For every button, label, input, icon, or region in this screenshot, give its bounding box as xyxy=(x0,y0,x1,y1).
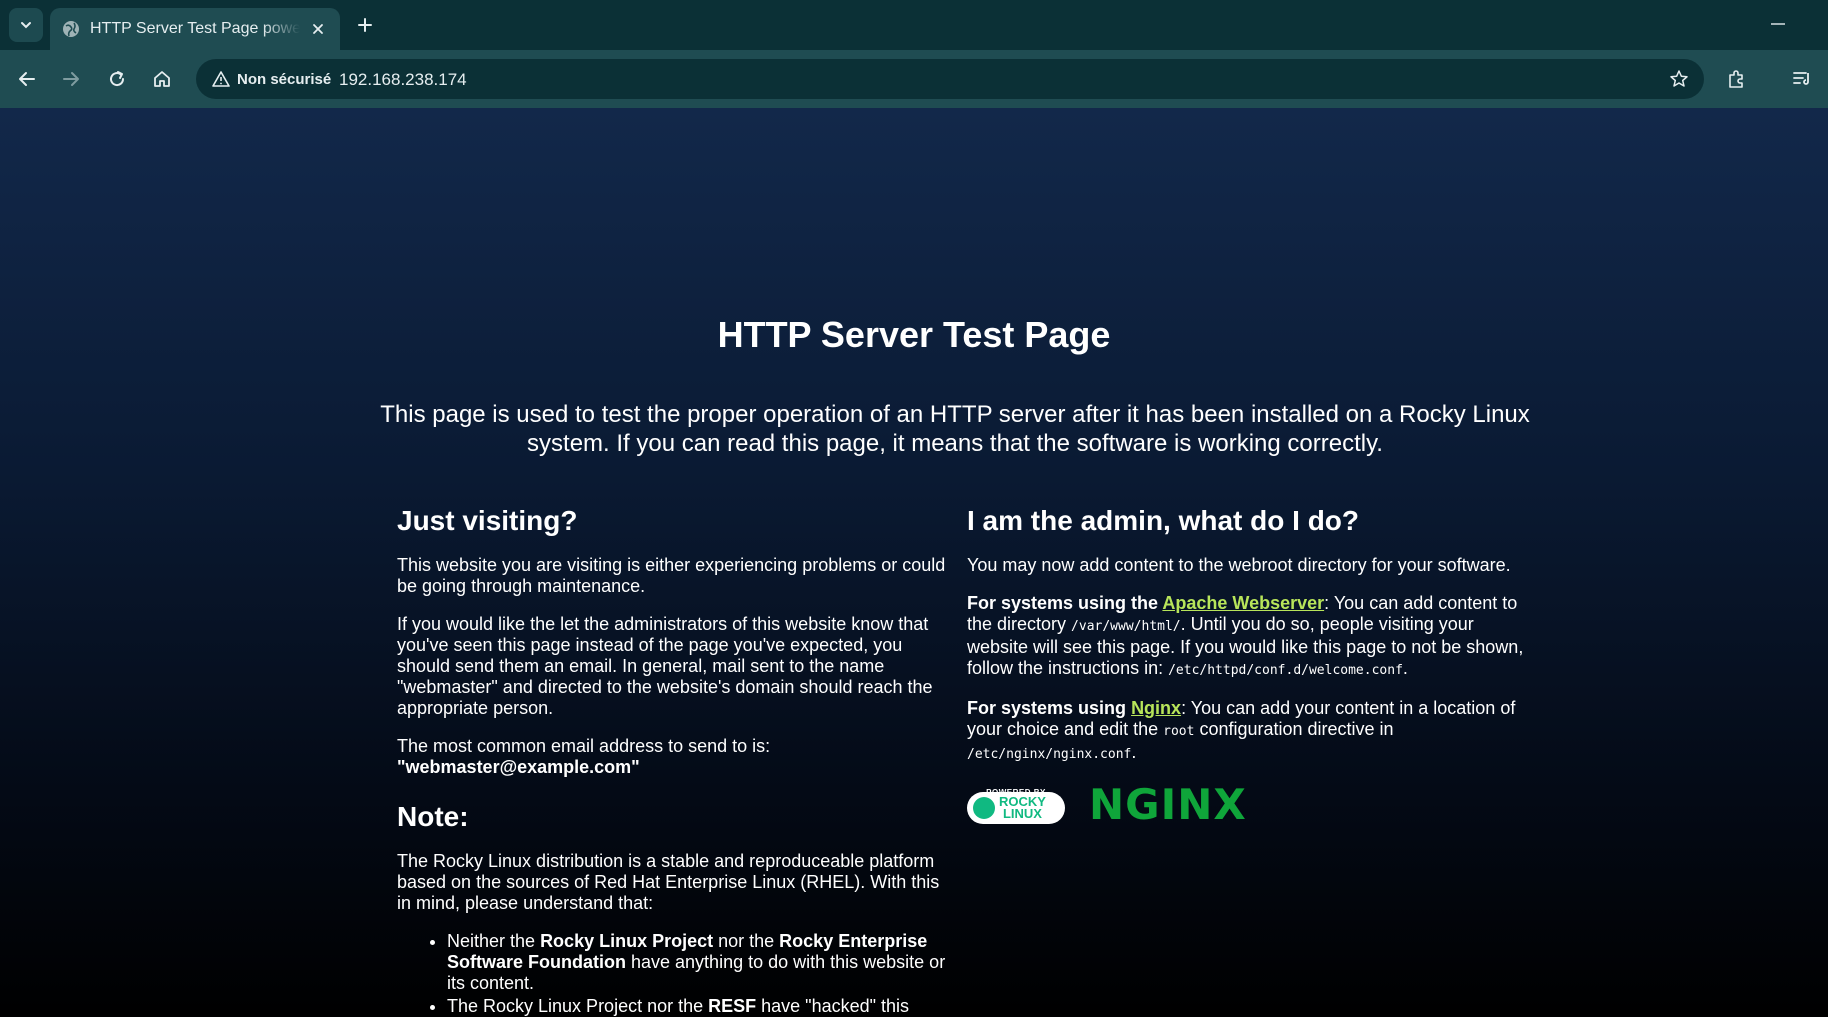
home-icon xyxy=(154,71,170,87)
bullet1-bold1: Rocky Linux Project xyxy=(540,931,714,951)
tab-active[interactable]: HTTP Server Test Page powered by Rocky L… xyxy=(50,8,340,50)
note-list-item: Neither the Rocky Linux Project nor the … xyxy=(447,931,952,994)
rocky-word-2: LINUX xyxy=(1002,806,1042,821)
chevron-down-icon xyxy=(21,22,31,29)
visiting-paragraph-1: This website you are visiting is either … xyxy=(397,555,946,596)
url-text[interactable]: 192.168.238.174 xyxy=(339,70,467,90)
rocky-wordmark: ROCKY LINUX xyxy=(999,795,1046,821)
extensions-icon xyxy=(1729,70,1743,88)
bullet2-text2: have "hacked" this xyxy=(756,996,910,1016)
reload-button[interactable] xyxy=(101,63,133,95)
bullet1-text1: Neither the xyxy=(447,931,541,951)
visiting-paragraph-3: The most common email address to send to… xyxy=(397,736,952,778)
nginx-text-3: . xyxy=(1131,742,1137,762)
note-list: Neither the Rocky Linux Project nor the … xyxy=(447,931,952,1017)
apache-webserver-link[interactable]: Apache Webserver xyxy=(1162,593,1324,613)
rocky-circle-icon xyxy=(973,797,995,819)
page-title: HTTP Server Test Page xyxy=(717,314,1111,355)
webmaster-email: "webmaster@example.com" xyxy=(397,757,640,777)
apache-paragraph: For systems using the Apache Webserver: … xyxy=(967,593,1527,681)
tab-bar: HTTP Server Test Page powered by Rocky L… xyxy=(0,0,1828,50)
forward-button[interactable] xyxy=(55,63,87,95)
minimize-icon xyxy=(1771,23,1785,25)
nginx-link[interactable]: Nginx xyxy=(1131,698,1181,718)
admin-column: I am the admin, what do I do? You may no… xyxy=(967,504,1527,826)
nginx-logo[interactable]: NGINX xyxy=(1089,783,1247,825)
page-lead: This page is used to test the proper ope… xyxy=(380,401,1530,457)
address-bar[interactable]: Non sécurisé 192.168.238.174 xyxy=(196,59,1704,99)
just-visiting-heading: Just visiting? xyxy=(397,505,578,536)
nginx-text-2: configuration directive in xyxy=(1194,719,1394,739)
apache-code-2: /etc/httpd/conf.d/welcome.conf xyxy=(1168,663,1403,678)
nginx-code-2: /etc/nginx/nginx.conf xyxy=(967,747,1132,762)
reading-list-icon xyxy=(1793,72,1809,85)
new-tab-button[interactable] xyxy=(352,12,378,38)
visiting-paragraph-2: If you would like the let the administra… xyxy=(397,614,933,718)
rocky-pill: ROCKY LINUX xyxy=(967,792,1065,824)
apache-code-1: /var/www/html/ xyxy=(1071,619,1181,634)
email-intro: The most common email address to send to… xyxy=(397,736,771,756)
bullet2-text1: The Rocky Linux Project nor the xyxy=(447,996,709,1016)
admin-heading: I am the admin, what do I do? xyxy=(967,505,1360,536)
back-icon xyxy=(19,72,35,86)
star-icon xyxy=(1670,70,1688,87)
plus-icon xyxy=(358,18,372,32)
minimize-button[interactable] xyxy=(1764,14,1792,34)
note-list-item: The Rocky Linux Project nor the RESF hav… xyxy=(447,996,952,1017)
browser-toolbar: Non sécurisé 192.168.238.174 xyxy=(0,50,1828,158)
tab-title: HTTP Server Test Page powered by Rocky L… xyxy=(90,20,300,37)
bullet1-text2: nor the xyxy=(713,931,780,951)
bullet2-bold1: RESF xyxy=(708,996,757,1016)
extensions-button[interactable] xyxy=(1720,63,1752,95)
forward-icon xyxy=(63,72,79,86)
home-button[interactable] xyxy=(146,63,178,95)
bookmark-button[interactable] xyxy=(1668,68,1690,90)
back-button[interactable] xyxy=(11,63,43,95)
apache-text-3: . xyxy=(1402,658,1408,678)
note-paragraph: The Rocky Linux distribution is a stable… xyxy=(397,851,940,913)
just-visiting-column: Just visiting? This website you are visi… xyxy=(397,504,952,1017)
reading-list-button[interactable] xyxy=(1786,63,1818,95)
tab-search-button[interactable] xyxy=(9,8,43,42)
reload-icon xyxy=(110,71,125,87)
close-icon xyxy=(313,24,323,34)
nginx-paragraph: For systems using Nginx: You can add you… xyxy=(967,698,1527,765)
nginx-code-1: root xyxy=(1163,724,1195,739)
warning-icon xyxy=(212,71,230,87)
nginx-lead: For systems using xyxy=(967,698,1132,718)
rocky-linux-logo[interactable]: POWERED BY ROCKYLINUX xyxy=(967,782,1065,826)
note-heading: Note: xyxy=(397,801,469,832)
powered-by-logos: POWERED BY ROCKYLINUX NGINX xyxy=(967,782,1527,826)
admin-paragraph-1: You may now add content to the webroot d… xyxy=(967,555,1511,575)
web-page: HTTP Server Test Page This page is used … xyxy=(0,108,1828,1017)
tab-close-button[interactable] xyxy=(308,19,328,39)
security-label: Non sécurisé xyxy=(237,70,332,88)
globe-icon xyxy=(63,21,79,37)
apache-lead: For systems using the xyxy=(967,593,1163,613)
site-info-chip[interactable]: Non sécurisé xyxy=(206,65,337,93)
